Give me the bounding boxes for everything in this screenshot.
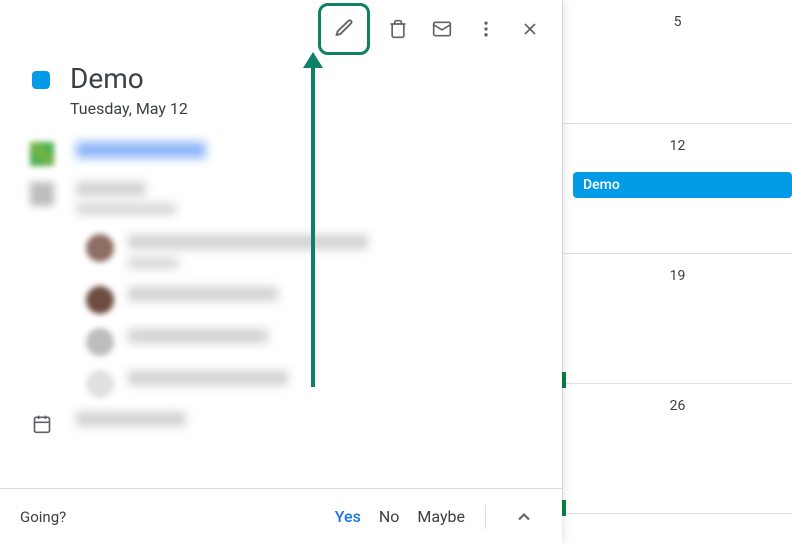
people-icon bbox=[30, 182, 54, 206]
avatar bbox=[86, 328, 114, 356]
chevron-up-icon bbox=[514, 507, 534, 527]
attendee-item[interactable] bbox=[86, 234, 546, 272]
avatar bbox=[86, 234, 114, 262]
event-details-popup: Demo Tuesday, May 12 bbox=[0, 0, 562, 544]
rsvp-options: Yes No Maybe bbox=[335, 499, 542, 535]
calendar-cell[interactable]: 26 bbox=[562, 384, 792, 514]
calendar-date: 19 bbox=[563, 268, 792, 284]
calendar-cell[interactable]: 19 bbox=[562, 254, 792, 384]
rsvp-no[interactable]: No bbox=[379, 507, 400, 526]
attendee-item[interactable] bbox=[86, 328, 546, 356]
event-date: Tuesday, May 12 bbox=[70, 99, 546, 118]
attendees-row bbox=[30, 182, 546, 218]
avatar bbox=[86, 286, 114, 314]
event-details-body bbox=[0, 126, 562, 488]
avatar bbox=[86, 370, 114, 398]
close-icon bbox=[520, 19, 540, 39]
calendar-date: 12 bbox=[563, 138, 792, 154]
attendee-list bbox=[30, 234, 546, 398]
popup-toolbar bbox=[0, 0, 562, 50]
calendar-date: 26 bbox=[563, 398, 792, 414]
delete-button[interactable] bbox=[378, 9, 418, 49]
email-button[interactable] bbox=[422, 9, 462, 49]
rsvp-expand-button[interactable] bbox=[506, 499, 542, 535]
event-bar bbox=[562, 372, 566, 388]
calendar-cell[interactable]: 5 bbox=[562, 0, 792, 124]
pencil-icon bbox=[333, 18, 355, 40]
edit-button-highlighted[interactable] bbox=[318, 3, 370, 55]
event-color-chip bbox=[32, 71, 50, 89]
calendar-date: 5 bbox=[563, 14, 792, 30]
event-bar bbox=[562, 500, 566, 516]
rsvp-yes[interactable]: Yes bbox=[335, 507, 361, 526]
rsvp-bar: Going? Yes No Maybe bbox=[0, 488, 562, 544]
calendar-event-chip[interactable]: Demo bbox=[573, 172, 792, 198]
event-title: Demo bbox=[70, 62, 546, 95]
envelope-icon bbox=[432, 19, 452, 39]
close-button[interactable] bbox=[510, 9, 550, 49]
event-title-section: Demo Tuesday, May 12 bbox=[0, 50, 562, 126]
meeting-link-row[interactable] bbox=[30, 142, 546, 166]
trash-icon bbox=[388, 19, 408, 39]
rsvp-maybe[interactable]: Maybe bbox=[417, 507, 465, 526]
more-vertical-icon bbox=[476, 19, 496, 39]
calendar-cell[interactable]: 12 Demo bbox=[562, 124, 792, 254]
options-button[interactable] bbox=[466, 9, 506, 49]
divider bbox=[485, 505, 486, 529]
rsvp-label: Going? bbox=[20, 508, 66, 526]
meet-icon bbox=[30, 142, 54, 166]
attendee-item[interactable] bbox=[86, 370, 546, 398]
attendee-item[interactable] bbox=[86, 286, 546, 314]
calendar-grid: 5 12 Demo 19 26 bbox=[562, 0, 792, 544]
calendar-icon bbox=[30, 412, 54, 436]
calendar-name-row bbox=[30, 412, 546, 436]
